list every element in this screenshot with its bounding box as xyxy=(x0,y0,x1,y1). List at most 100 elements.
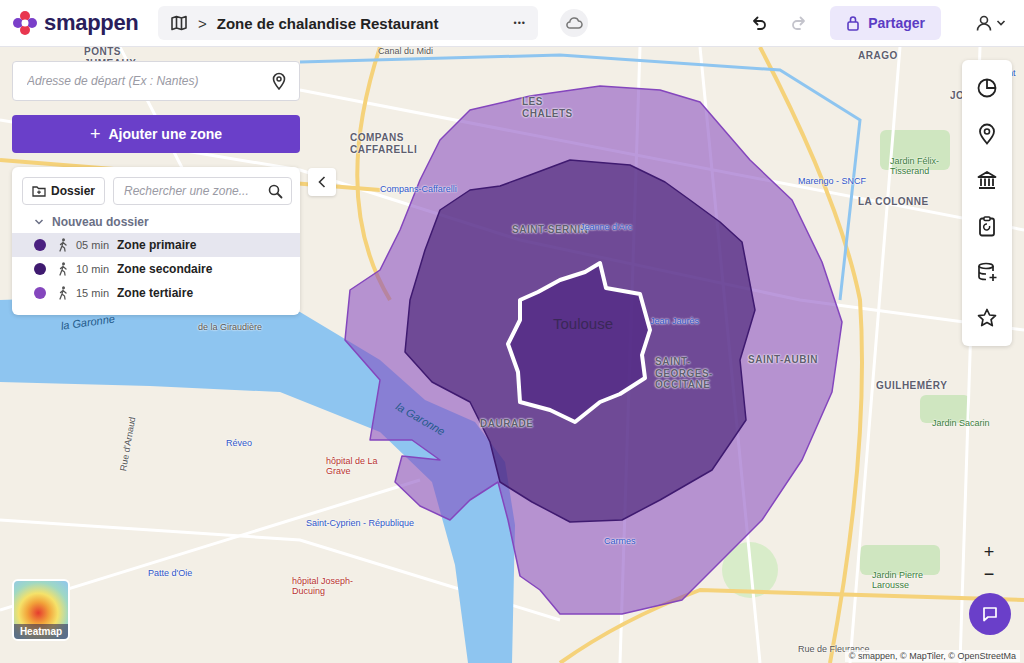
chevron-down-icon xyxy=(996,19,1006,27)
logo-text: smappen xyxy=(44,10,138,36)
map-label: Jardin Sacarin xyxy=(932,418,990,428)
clipboard-icon xyxy=(977,215,997,237)
heatmap-button[interactable]: Heatmap xyxy=(12,579,70,641)
share-button[interactable]: Partager xyxy=(830,6,941,40)
zoom-out-button[interactable]: − xyxy=(978,563,1000,585)
folder-plus-icon xyxy=(32,185,46,197)
address-field[interactable] xyxy=(12,61,300,101)
folder-row[interactable]: Nouveau dossier xyxy=(12,205,300,233)
zone-color-dot xyxy=(34,263,46,275)
data-button[interactable] xyxy=(965,250,1009,294)
right-toolbar xyxy=(962,60,1012,346)
database-plus-icon xyxy=(976,261,998,283)
share-label: Partager xyxy=(868,15,925,31)
zone-color-dot xyxy=(34,287,46,299)
statistics-button[interactable] xyxy=(965,66,1009,110)
zone-search-input[interactable] xyxy=(122,183,264,199)
zone-panel-header: Dossier xyxy=(12,177,300,205)
institution-icon xyxy=(976,169,998,191)
redo-icon xyxy=(790,14,808,32)
logo[interactable]: smappen xyxy=(12,10,148,36)
zone-polygon[interactable] xyxy=(405,160,755,522)
folder-button[interactable]: Dossier xyxy=(22,177,105,205)
map-attribution: © smappen, © MapTiler, © OpenStreetMa xyxy=(845,650,1020,662)
main-roads xyxy=(0,47,1024,663)
breadcrumb-separator: > xyxy=(198,15,207,32)
zone-time: 15 min xyxy=(76,287,109,299)
user-menu[interactable] xyxy=(975,14,1012,32)
points-button[interactable] xyxy=(965,112,1009,156)
map-label: SAINT-GEORGES-OCCITANE xyxy=(655,356,725,391)
zone-row[interactable]: 05 min Zone primaire xyxy=(12,233,300,257)
map-label: Compans-Caffarelli xyxy=(380,184,457,194)
project-title[interactable]: Zone de chalandise Restaurant xyxy=(217,15,504,32)
chat-button[interactable] xyxy=(969,593,1011,635)
folder-name: Nouveau dossier xyxy=(52,215,149,229)
boundaries-button[interactable] xyxy=(965,158,1009,202)
star-icon xyxy=(976,307,998,329)
cloud-icon xyxy=(565,16,583,30)
lock-icon xyxy=(846,15,860,31)
map-label: GUILHEMÉRY xyxy=(876,380,947,392)
streets xyxy=(0,47,1024,663)
folder-button-label: Dossier xyxy=(51,184,95,198)
map-label: Toulouse xyxy=(553,315,613,332)
chat-bubble-icon xyxy=(981,605,999,623)
redo-button[interactable] xyxy=(784,8,814,38)
zone-row[interactable]: 15 min Zone tertiaire xyxy=(12,281,300,305)
zone-name: Zone primaire xyxy=(117,238,196,252)
more-button[interactable]: ••• xyxy=(514,18,526,28)
zone-name: Zone tertiaire xyxy=(117,286,193,300)
map-ground xyxy=(0,47,1024,663)
map-label: Jeanne d'Arc xyxy=(580,222,632,232)
location-pin-icon xyxy=(977,123,997,145)
map-label: SAINT-AUBIN xyxy=(748,354,818,366)
user-icon xyxy=(975,14,993,32)
pin-icon[interactable] xyxy=(271,72,287,90)
zoom-in-button[interactable]: + xyxy=(978,541,1000,563)
breadcrumb: > Zone de chalandise Restaurant ••• xyxy=(158,6,538,40)
zone-name: Zone secondaire xyxy=(117,262,212,276)
map-label: Canal du Midi xyxy=(378,47,433,56)
map-label: Marengo - SNCF xyxy=(798,176,866,186)
map-label: Saint-Cyprien - République xyxy=(306,518,416,528)
map-label: Réveo xyxy=(226,438,252,448)
zone-search[interactable] xyxy=(113,177,292,205)
flower-logo-icon xyxy=(12,10,38,36)
zone-time: 05 min xyxy=(76,239,109,251)
map-label: LA COLONNE xyxy=(858,196,929,208)
favorites-button[interactable] xyxy=(965,296,1009,340)
map[interactable]: Canal du MidiARAGOJolimontJOLIMLES CHALE… xyxy=(0,47,1024,663)
map-icon[interactable] xyxy=(170,14,188,32)
map-label: SAINT-SERNIN xyxy=(512,224,589,236)
add-zone-label: Ajouter une zone xyxy=(108,126,222,142)
add-zone-button[interactable]: + Ajouter une zone xyxy=(12,115,300,153)
map-label: Carmes xyxy=(604,536,636,546)
zone-color-dot xyxy=(34,239,46,251)
zone-panel: Dossier Nouveau dossier 05 min Zone prim… xyxy=(12,167,300,315)
pie-chart-icon xyxy=(976,77,998,99)
walking-person-icon xyxy=(58,238,68,252)
address-input[interactable] xyxy=(25,73,265,89)
zone-polygon[interactable] xyxy=(508,263,650,422)
reports-button[interactable] xyxy=(965,204,1009,248)
chevron-down-icon xyxy=(34,218,44,226)
undo-button[interactable] xyxy=(744,8,774,38)
zone-row[interactable]: 10 min Zone secondaire xyxy=(12,257,300,281)
sync-status xyxy=(560,9,588,37)
app: smappen > Zone de chalandise Restaurant … xyxy=(0,0,1024,663)
plus-glyph: + xyxy=(90,124,101,145)
chevron-left-icon xyxy=(318,176,326,188)
top-bar: smappen > Zone de chalandise Restaurant … xyxy=(0,0,1024,47)
search-icon xyxy=(268,184,283,199)
zone-polygon[interactable] xyxy=(345,86,842,614)
collapse-panel-button[interactable] xyxy=(308,168,336,196)
walking-person-icon xyxy=(58,262,68,276)
map-label: ARAGO xyxy=(858,50,898,62)
map-label: Patte d'Oie xyxy=(148,568,192,578)
walking-person-icon xyxy=(58,286,68,300)
map-label: de la Giraudière xyxy=(198,322,262,332)
zone-time: 10 min xyxy=(76,263,109,275)
zoom-control: + − xyxy=(978,541,1000,585)
undo-icon xyxy=(750,14,768,32)
